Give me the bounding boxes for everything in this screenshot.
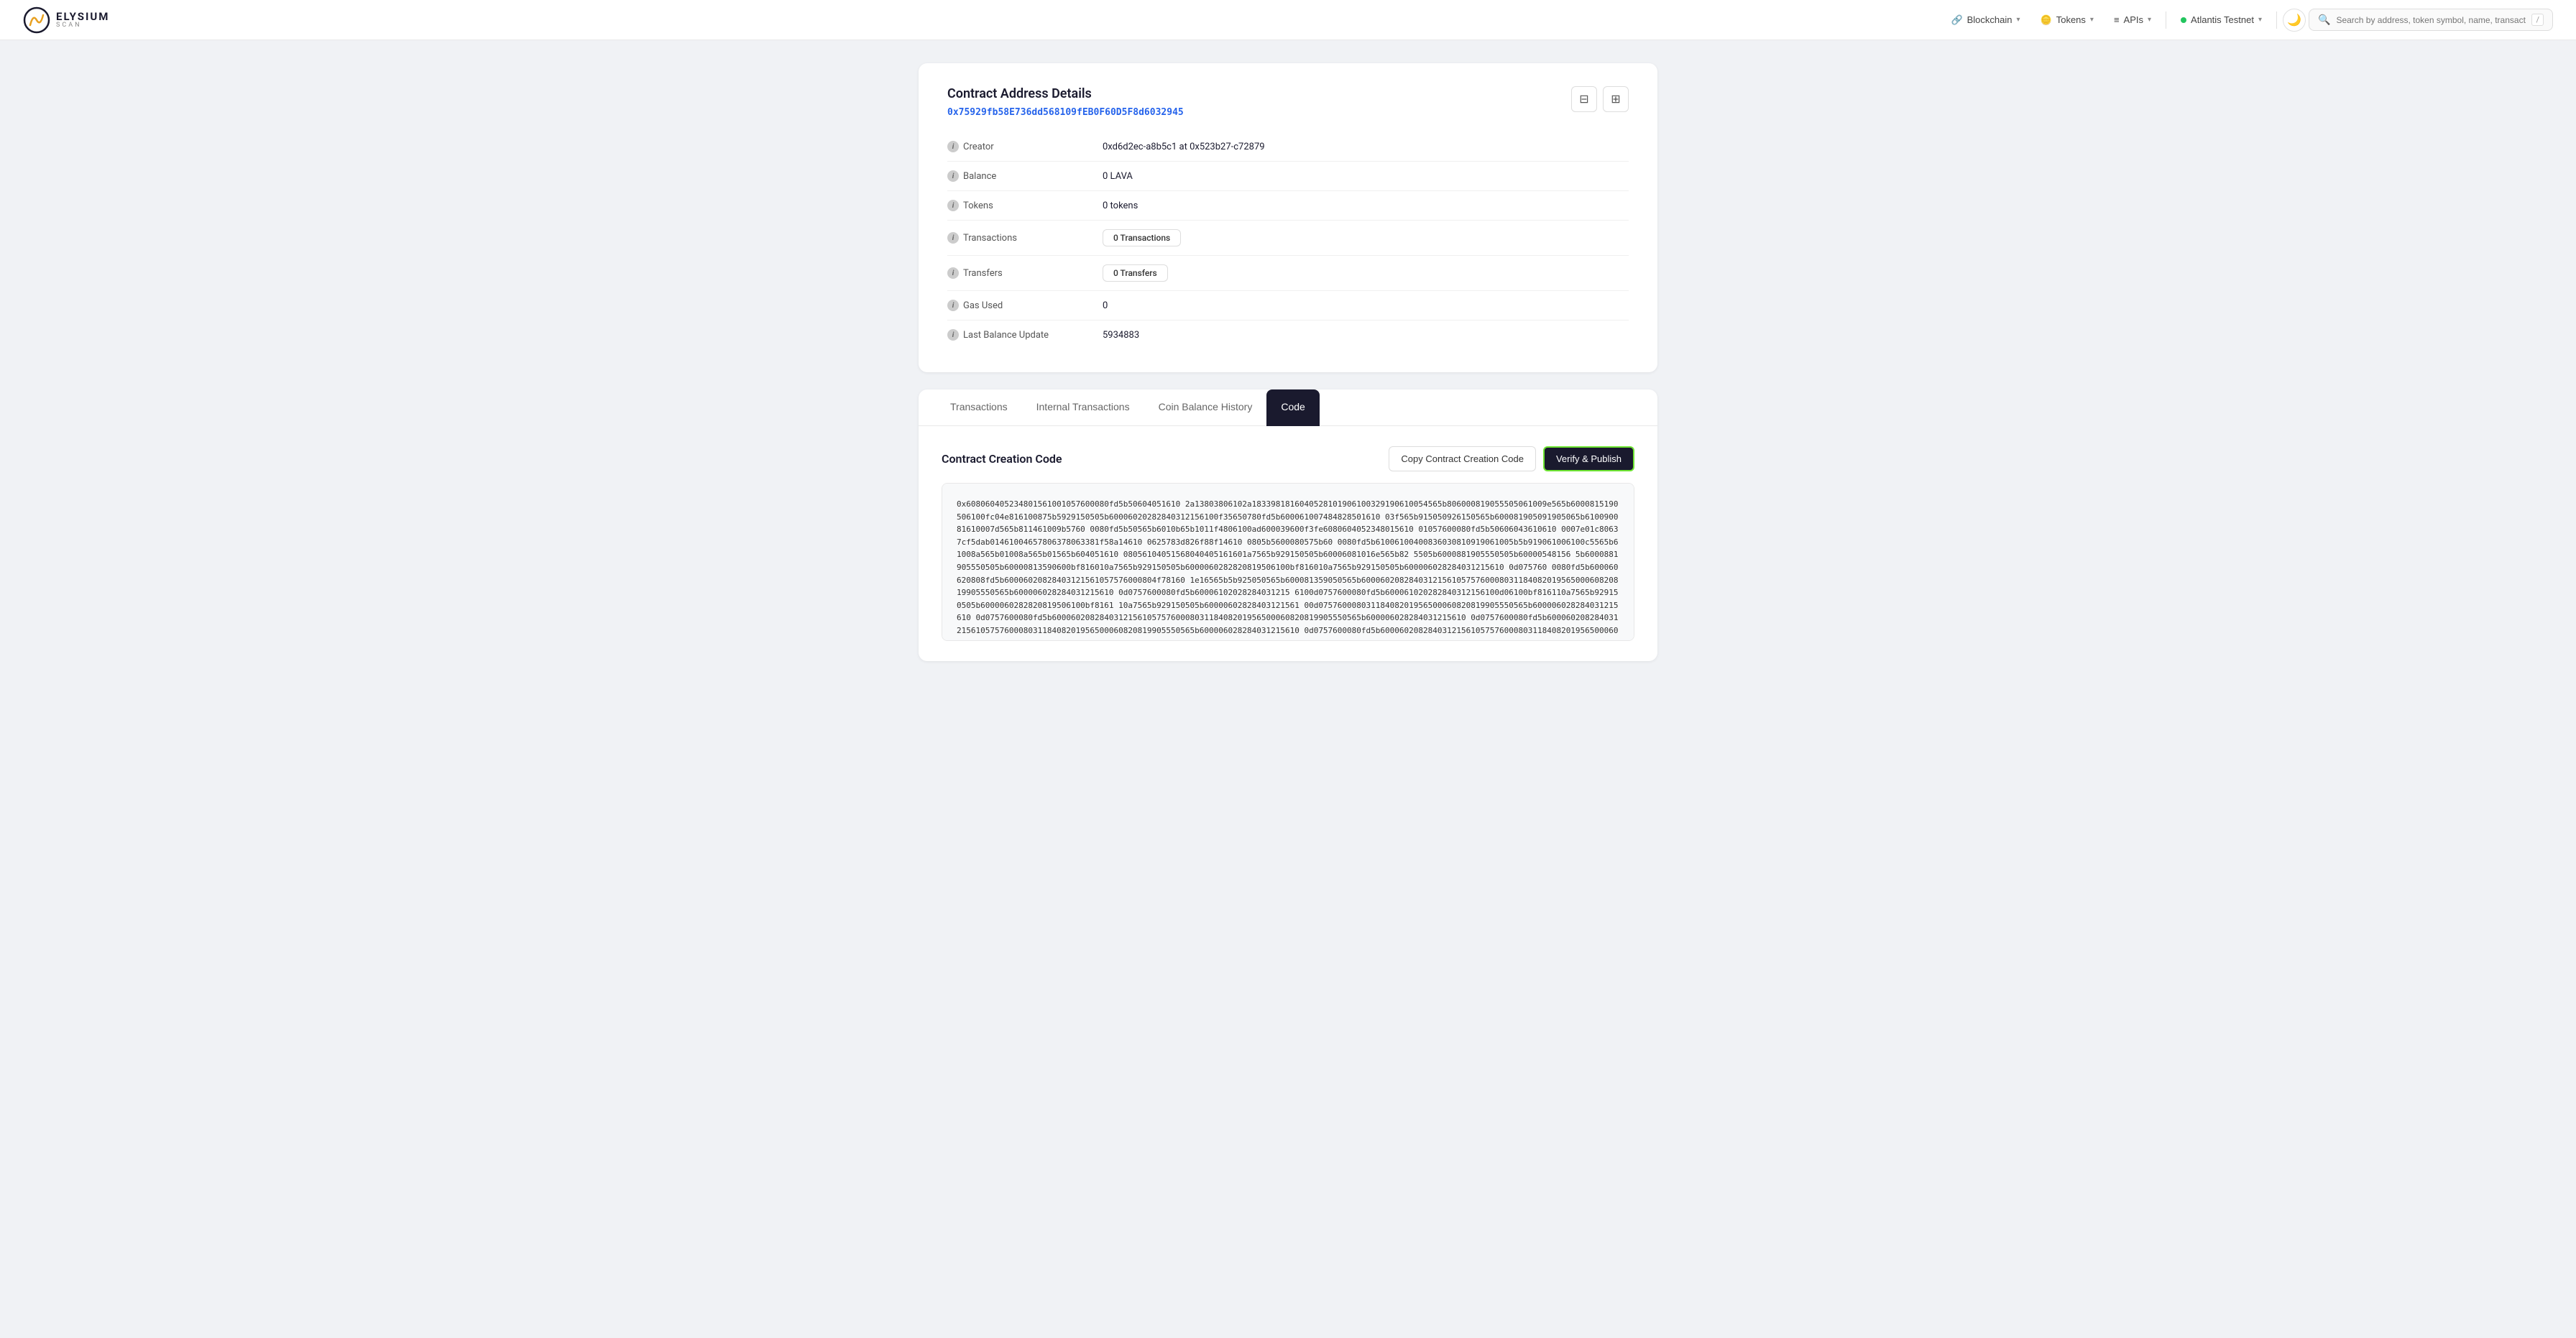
tokens-row: i Tokens 0 tokens — [947, 191, 1629, 221]
creator-label: Creator — [963, 142, 994, 152]
last-balance-label-container: i Last Balance Update — [947, 329, 1091, 341]
tokens-value: 0 tokens — [1103, 200, 1138, 211]
apis-icon: ≡ — [2114, 14, 2120, 25]
card-title: Contract Address Details — [947, 86, 1184, 101]
code-section-title: Contract Creation Code — [942, 452, 1062, 466]
last-balance-info-icon: i — [947, 329, 959, 341]
balance-label: Balance — [963, 171, 996, 182]
gas-used-info-icon: i — [947, 300, 959, 311]
main-content: Contract Address Details 0x75929fb58E736… — [907, 63, 1669, 661]
tab-code[interactable]: Code — [1266, 389, 1319, 426]
last-balance-label: Last Balance Update — [963, 330, 1049, 341]
transfers-label-container: i Transfers — [947, 267, 1091, 279]
transfers-badge[interactable]: 0 Transfers — [1103, 264, 1168, 282]
blockchain-icon: 🔗 — [1951, 14, 1962, 26]
gas-used-row: i Gas Used 0 — [947, 291, 1629, 320]
card-actions: ⊟ ⊞ — [1571, 86, 1629, 112]
logo[interactable]: ELYSIUM SCAN — [23, 6, 109, 34]
gas-used-label-container: i Gas Used — [947, 300, 1091, 311]
transfers-label: Transfers — [963, 268, 1003, 279]
tokens-label: Tokens — [963, 200, 993, 211]
view-toggle-grid-btn[interactable]: ⊞ — [1603, 86, 1629, 112]
tokens-icon: 🪙 — [2041, 14, 2052, 26]
navbar: ELYSIUM SCAN 🔗 Blockchain ▾ 🪙 Tokens ▾ ≡… — [0, 0, 2576, 40]
gas-used-value: 0 — [1103, 300, 1108, 311]
transfers-row: i Transfers 0 Transfers — [947, 256, 1629, 291]
nav-tokens[interactable]: 🪙 Tokens ▾ — [2032, 10, 2102, 30]
code-section-actions: Copy Contract Creation Code Verify & Pub… — [1389, 446, 1634, 471]
balance-value: 0 LAVA — [1103, 171, 1133, 182]
dark-mode-toggle[interactable]: 🌙 — [2283, 9, 2306, 32]
transactions-row: i Transactions 0 Transactions — [947, 221, 1629, 256]
view-toggle-list-btn[interactable]: ⊟ — [1571, 86, 1597, 112]
search-input[interactable] — [2336, 15, 2526, 25]
last-balance-row: i Last Balance Update 5934883 — [947, 320, 1629, 349]
creator-row: i Creator 0xd6d2ec-a8b5c1 at 0x523b27-c7… — [947, 132, 1629, 162]
chevron-down-icon: ▾ — [2258, 16, 2262, 24]
verify-publish-button[interactable]: Verify & Publish — [1543, 446, 1634, 471]
search-icon: 🔍 — [2318, 14, 2330, 26]
contract-creation-code-block: 0x608060405234801561001057600080fd5b5060… — [942, 483, 1634, 641]
network-status-dot — [2181, 17, 2186, 23]
navbar-nav: 🔗 Blockchain ▾ 🪙 Tokens ▾ ≡ APIs ▾ Atlan… — [1942, 9, 2553, 32]
creator-info-icon: i — [947, 141, 959, 152]
contract-details-card: Contract Address Details 0x75929fb58E736… — [919, 63, 1657, 372]
search-slash: / — [2531, 14, 2544, 26]
card-title-block: Contract Address Details 0x75929fb58E736… — [947, 86, 1184, 118]
search-bar: 🔍 / — [2309, 9, 2553, 31]
tabs-card: Transactions Internal Transactions Coin … — [919, 389, 1657, 661]
transfers-value: 0 Transfers — [1103, 264, 1168, 282]
nav-network[interactable]: Atlantis Testnet ▾ — [2172, 10, 2271, 29]
creator-value[interactable]: 0xd6d2ec-a8b5c1 at 0x523b27-c72879 — [1103, 142, 1265, 152]
nav-blockchain[interactable]: 🔗 Blockchain ▾ — [1942, 10, 2028, 30]
tab-coin-balance-history[interactable]: Coin Balance History — [1144, 389, 1267, 426]
balance-label-container: i Balance — [947, 170, 1091, 182]
chevron-down-icon: ▾ — [2148, 16, 2151, 24]
card-header: Contract Address Details 0x75929fb58E736… — [947, 86, 1629, 118]
logo-sub-text: SCAN — [56, 22, 109, 29]
code-section-header: Contract Creation Code Copy Contract Cre… — [942, 446, 1634, 471]
creator-label-container: i Creator — [947, 141, 1091, 152]
chevron-down-icon: ▾ — [2090, 16, 2094, 24]
chevron-down-icon: ▾ — [2017, 16, 2020, 24]
balance-info-icon: i — [947, 170, 959, 182]
tab-transactions[interactable]: Transactions — [936, 389, 1022, 426]
transactions-label: Transactions — [963, 233, 1017, 244]
last-balance-value: 5934883 — [1103, 330, 1139, 341]
contract-address[interactable]: 0x75929fb58E736dd568109fEB0F60D5F8d60329… — [947, 107, 1184, 118]
transfers-info-icon: i — [947, 267, 959, 279]
code-content: 0x608060405234801561001057600080fd5b5060… — [957, 499, 1619, 641]
tokens-label-container: i Tokens — [947, 200, 1091, 211]
tabs-header: Transactions Internal Transactions Coin … — [919, 389, 1657, 426]
tokens-info-icon: i — [947, 200, 959, 211]
transactions-label-container: i Transactions — [947, 232, 1091, 244]
copy-contract-creation-code-button[interactable]: Copy Contract Creation Code — [1389, 446, 1536, 471]
tab-internal-transactions[interactable]: Internal Transactions — [1022, 389, 1144, 426]
transactions-info-icon: i — [947, 232, 959, 244]
tabs-body: Contract Creation Code Copy Contract Cre… — [919, 426, 1657, 661]
logo-main-text: ELYSIUM — [56, 11, 109, 22]
balance-row: i Balance 0 LAVA — [947, 162, 1629, 191]
gas-used-label: Gas Used — [963, 300, 1003, 311]
transactions-badge[interactable]: 0 Transactions — [1103, 229, 1181, 246]
logo-icon — [23, 6, 50, 34]
nav-apis[interactable]: ≡ APIs ▾ — [2105, 10, 2160, 29]
moon-icon: 🌙 — [2287, 13, 2301, 27]
nav-divider-2 — [2276, 11, 2277, 29]
transactions-value: 0 Transactions — [1103, 229, 1181, 246]
